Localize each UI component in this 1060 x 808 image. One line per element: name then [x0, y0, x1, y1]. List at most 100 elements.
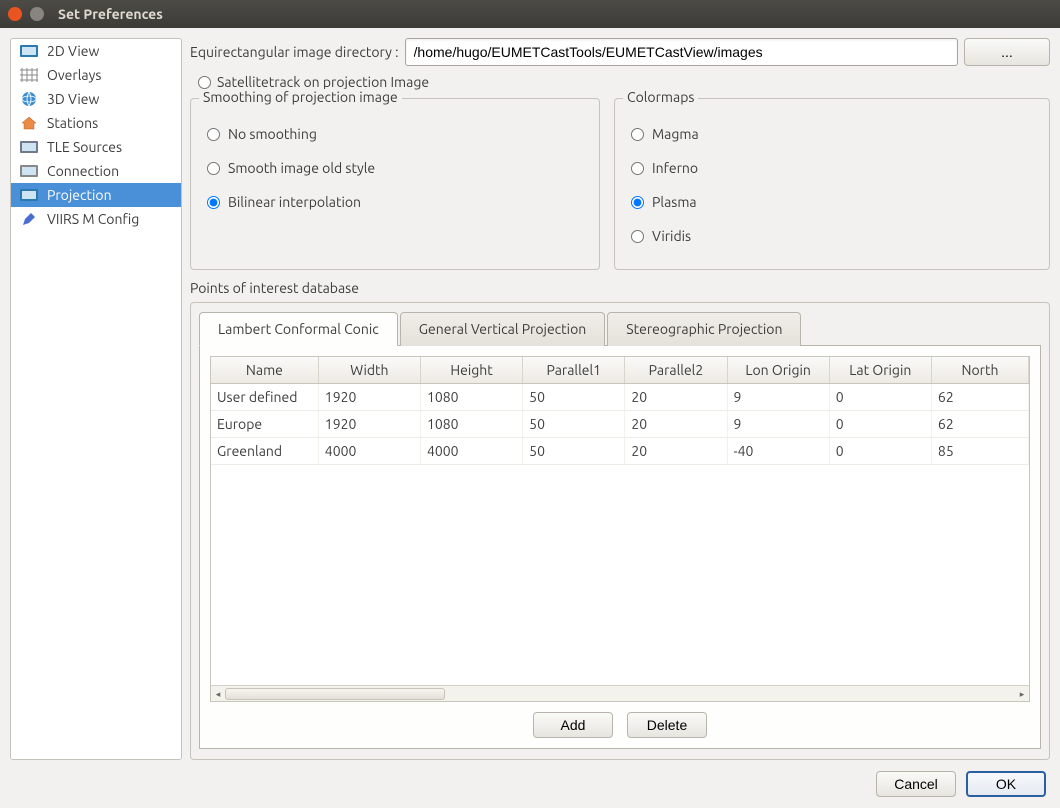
poi-label: Points of interest database [190, 280, 1050, 296]
table-cell[interactable]: 4000 [420, 438, 522, 465]
scroll-left-icon[interactable]: ◂ [211, 686, 225, 702]
table-cell[interactable]: 62 [931, 384, 1028, 411]
pen-icon [19, 211, 39, 227]
table-cell[interactable]: 1920 [318, 411, 420, 438]
close-icon[interactable] [8, 7, 22, 21]
content-panel: Equirectangular image directory : ... Sa… [190, 38, 1050, 760]
sidebar-item-projection[interactable]: Projection [11, 183, 181, 207]
table-cell[interactable]: 9 [727, 411, 829, 438]
table-cell[interactable]: -40 [727, 438, 829, 465]
cancel-button[interactable]: Cancel [876, 771, 956, 797]
equirect-dir-label: Equirectangular image directory : [190, 44, 399, 60]
smoothing-radio-2[interactable] [207, 196, 220, 209]
tab-stereographic-projection[interactable]: Stereographic Projection [607, 312, 801, 346]
globe-icon [19, 91, 39, 107]
minimize-icon[interactable] [30, 7, 44, 21]
table-cell[interactable]: 20 [625, 384, 727, 411]
sat-track-radio[interactable] [198, 76, 211, 89]
column-header[interactable]: Width [318, 357, 420, 384]
sidebar-item-label: VIIRS M Config [47, 211, 139, 227]
sidebar-item-label: 2D View [47, 43, 99, 59]
column-header[interactable]: Height [420, 357, 522, 384]
sidebar-item-label: Projection [47, 187, 112, 203]
table-cell[interactable]: 50 [523, 384, 625, 411]
sidebar-item-label: Connection [47, 163, 119, 179]
column-header[interactable]: Lat Origin [829, 357, 931, 384]
table-cell[interactable]: 9 [727, 384, 829, 411]
tab-general-vertical-projection[interactable]: General Vertical Projection [400, 312, 606, 346]
sidebar-item-label: Stations [47, 115, 98, 131]
poi-table: NameWidthHeightParallel1Parallel2Lon Ori… [211, 357, 1029, 465]
table-cell[interactable]: 4000 [318, 438, 420, 465]
colormap-radio-0[interactable] [631, 128, 644, 141]
scroll-thumb[interactable] [225, 688, 445, 700]
add-button[interactable]: Add [533, 712, 613, 738]
table-cell[interactable]: Greenland [211, 438, 318, 465]
table-cell[interactable]: 0 [829, 438, 931, 465]
smoothing-legend: Smoothing of projection image [199, 89, 402, 105]
table-cell[interactable]: 1080 [420, 384, 522, 411]
equirect-dir-input[interactable] [405, 38, 958, 66]
sidebar-item-label: TLE Sources [47, 139, 122, 155]
poi-table-wrap: NameWidthHeightParallel1Parallel2Lon Ori… [210, 356, 1030, 702]
column-header[interactable]: Name [211, 357, 318, 384]
table-cell[interactable]: User defined [211, 384, 318, 411]
delete-button[interactable]: Delete [627, 712, 707, 738]
poi-database-box: Lambert Conformal ConicGeneral Vertical … [190, 302, 1050, 760]
smoothing-option-label: Smooth image old style [228, 160, 375, 176]
table-row[interactable]: User defined1920108050209062 [211, 384, 1029, 411]
gear-icon [19, 163, 39, 179]
browse-button[interactable]: ... [964, 38, 1050, 66]
sidebar-item-label: Overlays [47, 67, 101, 83]
colormap-radio-1[interactable] [631, 162, 644, 175]
sidebar-item-overlays[interactable]: Overlays [11, 63, 181, 87]
smoothing-group: Smoothing of projection image No smoothi… [190, 98, 600, 270]
table-cell[interactable]: 0 [829, 411, 931, 438]
table-cell[interactable]: 0 [829, 384, 931, 411]
sidebar-item-tle-sources[interactable]: TLE Sources [11, 135, 181, 159]
scroll-right-icon[interactable]: ▸ [1015, 686, 1029, 702]
title-bar: Set Preferences [0, 0, 1060, 28]
table-cell[interactable]: 50 [523, 438, 625, 465]
ok-button[interactable]: OK [966, 771, 1046, 797]
column-header[interactable]: Parallel1 [523, 357, 625, 384]
smoothing-radio-1[interactable] [207, 162, 220, 175]
table-row[interactable]: Greenland400040005020-40085 [211, 438, 1029, 465]
sidebar-item-label: 3D View [47, 91, 99, 107]
table-cell[interactable]: 20 [625, 411, 727, 438]
sidebar-item-viirs-m-config[interactable]: VIIRS M Config [11, 207, 181, 231]
column-header[interactable]: North [931, 357, 1028, 384]
table-cell[interactable]: Europe [211, 411, 318, 438]
column-header[interactable]: Parallel2 [625, 357, 727, 384]
table-cell[interactable]: 20 [625, 438, 727, 465]
smoothing-radio-0[interactable] [207, 128, 220, 141]
sidebar-item-3d-view[interactable]: 3D View [11, 87, 181, 111]
tab-lambert-conformal-conic[interactable]: Lambert Conformal Conic [199, 312, 398, 346]
table-cell[interactable]: 85 [931, 438, 1028, 465]
column-header[interactable]: Lon Origin [727, 357, 829, 384]
table-cell[interactable]: 50 [523, 411, 625, 438]
colormap-option-label: Magma [652, 126, 699, 142]
sidebar-item-connection[interactable]: Connection [11, 159, 181, 183]
smoothing-option-label: No smoothing [228, 126, 317, 142]
table-cell[interactable]: 62 [931, 411, 1028, 438]
colormap-option-label: Inferno [652, 160, 698, 176]
sidebar-item-2d-view[interactable]: 2D View [11, 39, 181, 63]
colormap-option-label: Plasma [652, 194, 697, 210]
grid-icon [19, 67, 39, 83]
table-row[interactable]: Europe1920108050209062 [211, 411, 1029, 438]
colormap-radio-2[interactable] [631, 196, 644, 209]
map-2d-icon [19, 43, 39, 59]
sidebar: 2D View Overlays 3D View Stations TLE Source… [10, 38, 182, 760]
window-title: Set Preferences [58, 6, 163, 22]
colormap-radio-3[interactable] [631, 230, 644, 243]
table-cell[interactable]: 1920 [318, 384, 420, 411]
smoothing-option-label: Bilinear interpolation [228, 194, 361, 210]
colormaps-legend: Colormaps [623, 89, 698, 105]
poi-tabs: Lambert Conformal ConicGeneral Vertical … [199, 311, 1041, 346]
map-proj-icon [19, 187, 39, 203]
dialog-footer: Cancel OK [0, 770, 1060, 798]
horizontal-scrollbar[interactable]: ◂ ▸ [211, 685, 1029, 701]
table-cell[interactable]: 1080 [420, 411, 522, 438]
sidebar-item-stations[interactable]: Stations [11, 111, 181, 135]
